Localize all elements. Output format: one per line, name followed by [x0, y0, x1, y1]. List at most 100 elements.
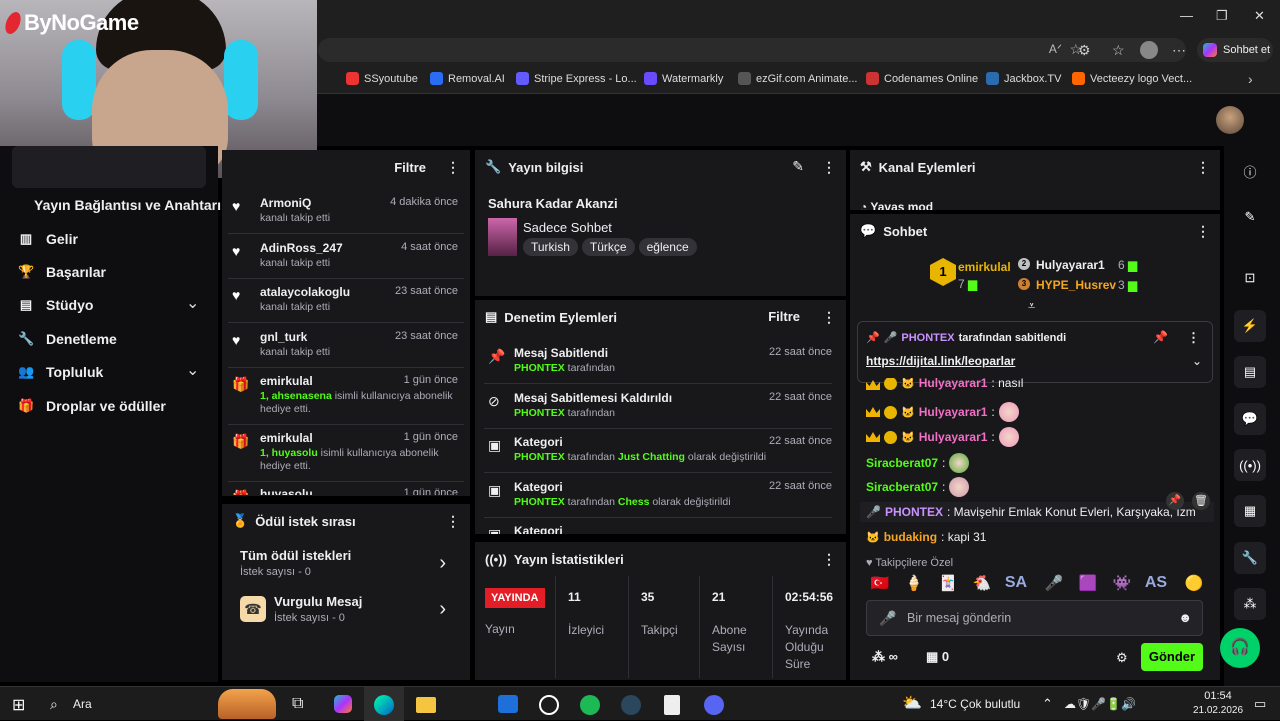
- bookmark-item[interactable]: Stripe Express - Lo...: [516, 72, 637, 85]
- activity-name[interactable]: ArmoniQ: [260, 196, 311, 210]
- emote-item[interactable]: 🍦: [902, 574, 926, 592]
- chat-username[interactable]: Hulyayarar1: [919, 378, 988, 390]
- clock-date[interactable]: 21.02.2026: [1186, 705, 1250, 716]
- edge-icon[interactable]: [374, 695, 394, 715]
- shop-points[interactable]: ▦ 0: [926, 649, 949, 665]
- pinned-by-user[interactable]: PHONTEX: [901, 332, 954, 344]
- chat-username[interactable]: Siracberat07: [866, 480, 938, 494]
- taskbar-search-label[interactable]: Ara: [73, 697, 92, 711]
- emote-item[interactable]: SA: [1004, 574, 1028, 592]
- windows-start-icon[interactable]: ⊞: [12, 695, 25, 715]
- chevron-down-icon[interactable]: ⌄: [186, 293, 199, 313]
- emote-item[interactable]: 🐔: [970, 574, 994, 592]
- bookmark-item[interactable]: Vecteezy logo Vect...: [1072, 72, 1192, 85]
- rank-3-name[interactable]: HYPE_Husrev: [1036, 278, 1116, 292]
- profile-avatar-icon[interactable]: [1140, 41, 1158, 59]
- bookmarks-overflow-icon[interactable]: ›: [1248, 71, 1253, 87]
- activity-gift-recipient[interactable]: 1, ahsenasena: [260, 390, 332, 402]
- chevron-down-icon[interactable]: ⌄: [1192, 354, 1202, 368]
- edit-pencil-icon[interactable]: ✎: [792, 158, 804, 175]
- chat-username[interactable]: Siracberat07: [866, 456, 938, 470]
- activity-name[interactable]: huyasolu: [260, 487, 313, 495]
- copilot-button[interactable]: Sohbet et: [1197, 38, 1273, 62]
- discord-icon[interactable]: [704, 695, 724, 715]
- wrench-rail-icon[interactable]: 🔧: [1234, 542, 1266, 574]
- apps-icon[interactable]: ⁂: [1234, 588, 1266, 620]
- unpin-icon[interactable]: 📌: [1153, 330, 1168, 344]
- highlighted-message-row[interactable]: ☎ Vurgulu Mesaj İstek sayısı - 0 ›: [240, 594, 460, 634]
- sidebar-item[interactable]: ▥ Gelir: [18, 231, 78, 247]
- slow-mode-row[interactable]: ◔ Yavaş mod: [860, 200, 933, 210]
- send-button[interactable]: Gönder: [1141, 643, 1203, 671]
- delete-message-icon[interactable]: 🗑: [1192, 492, 1210, 510]
- chat-input[interactable]: 🎤 Bir mesaj gönderin ☻: [866, 600, 1203, 636]
- maximize-button[interactable]: ❐: [1216, 8, 1228, 24]
- activity-gift-recipient[interactable]: 1, huyasolu: [260, 447, 318, 459]
- spotify-icon[interactable]: [580, 695, 600, 715]
- notes-icon[interactable]: ▤: [1234, 356, 1266, 388]
- lightning-icon[interactable]: ⚡: [1234, 310, 1266, 342]
- emote-item[interactable]: 🇹🇷: [868, 574, 892, 592]
- weather-text[interactable]: 14°C Çok bulutlu: [930, 697, 1020, 711]
- bookmark-item[interactable]: Removal.AI: [430, 72, 505, 85]
- chat-username[interactable]: Hulyayarar1: [919, 430, 988, 444]
- url-input[interactable]: Aᐟ ☆: [318, 38, 1186, 62]
- task-view-icon[interactable]: ⧉: [292, 695, 303, 713]
- bookmark-item[interactable]: Jackbox.TV: [986, 72, 1061, 85]
- sidebar-item[interactable]: ▤ Stüdyo: [18, 297, 94, 313]
- chat-username[interactable]: budaking: [884, 530, 937, 544]
- activity-name[interactable]: gnl_turk: [260, 330, 307, 344]
- more-menu-icon[interactable]: ⋯: [1172, 42, 1186, 59]
- bookmark-item[interactable]: SSyoutube: [346, 72, 418, 85]
- rank-2-name[interactable]: Hulyayarar1: [1036, 258, 1105, 272]
- read-aloud-icon[interactable]: Aᐟ: [1049, 42, 1062, 56]
- mod-action-user[interactable]: PHONTEX: [514, 496, 565, 508]
- mod-action-user[interactable]: PHONTEX: [514, 451, 565, 463]
- pinned-menu-icon[interactable]: ⋮: [1187, 330, 1200, 346]
- channel-points[interactable]: ⁂ ∞: [872, 649, 898, 665]
- mod-action-user[interactable]: PHONTEX: [514, 407, 565, 419]
- reward-menu-icon[interactable]: ⋮: [446, 513, 460, 530]
- activity-menu-icon[interactable]: ⋮: [446, 159, 460, 176]
- sidebar-item[interactable]: 🎁 Droplar ve ödüller: [18, 398, 166, 414]
- activity-name[interactable]: emirkulal: [260, 431, 313, 445]
- emote-item[interactable]: AS: [1144, 574, 1168, 592]
- mod-filter-button[interactable]: Filtre: [768, 309, 800, 324]
- cat-widget-icon[interactable]: [218, 689, 276, 719]
- sidebar-item[interactable]: 🔧 Denetleme: [18, 331, 117, 347]
- sidebar-item[interactable]: 🏆 Başarılar: [18, 264, 106, 280]
- activity-name[interactable]: atalaycolakoglu: [260, 285, 350, 299]
- activity-name[interactable]: emirkulal: [260, 374, 313, 388]
- sidebar-item[interactable]: 👥 Topluluk: [18, 364, 103, 380]
- support-headset-icon[interactable]: 🎧: [1220, 628, 1260, 668]
- all-rewards-row[interactable]: Tüm ödül istekleri İstek sayısı - 0 ›: [240, 548, 460, 588]
- emote-item[interactable]: 🎤: [1042, 574, 1066, 592]
- notepad-icon[interactable]: [664, 695, 680, 715]
- mod-action-user[interactable]: PHONTEX: [514, 362, 565, 374]
- chat-username[interactable]: PHONTEX: [885, 505, 943, 519]
- minimize-button[interactable]: —: [1180, 8, 1193, 23]
- bookmark-item[interactable]: Watermarkly: [644, 72, 723, 85]
- user-avatar[interactable]: [1216, 106, 1244, 134]
- chat-settings-icon[interactable]: ⚙: [1116, 650, 1128, 666]
- steam-icon[interactable]: [621, 695, 641, 715]
- broadcast-rail-icon[interactable]: ((•)): [1234, 449, 1266, 481]
- outlook-icon[interactable]: [498, 695, 518, 713]
- copilot-taskbar-icon[interactable]: [334, 695, 352, 713]
- stream-info-menu-icon[interactable]: ⋮: [822, 159, 836, 176]
- emoji-icon[interactable]: ☻: [1178, 610, 1192, 625]
- layout-icon[interactable]: ▦: [1234, 495, 1266, 527]
- stream-tag[interactable]: eğlence: [638, 238, 697, 256]
- close-window-button[interactable]: ✕: [1254, 8, 1265, 24]
- stream-tag[interactable]: Türkçe: [581, 238, 635, 256]
- bookmark-item[interactable]: ezGif.com Animate...: [738, 72, 857, 85]
- channel-actions-menu-icon[interactable]: ⋮: [1196, 159, 1210, 176]
- clock-time[interactable]: 01:54: [1196, 690, 1240, 702]
- pin-message-icon[interactable]: 📌: [1166, 492, 1184, 510]
- rank-1-name[interactable]: emirkulal: [958, 260, 1011, 274]
- mod-menu-icon[interactable]: ⋮: [822, 309, 836, 326]
- notifications-icon[interactable]: ▭: [1254, 696, 1266, 712]
- emote-item[interactable]: 🟡: [1182, 574, 1206, 592]
- pinned-link[interactable]: https://dijital.link/leoparlar: [866, 354, 1015, 368]
- search-icon[interactable]: ⌕: [50, 696, 58, 713]
